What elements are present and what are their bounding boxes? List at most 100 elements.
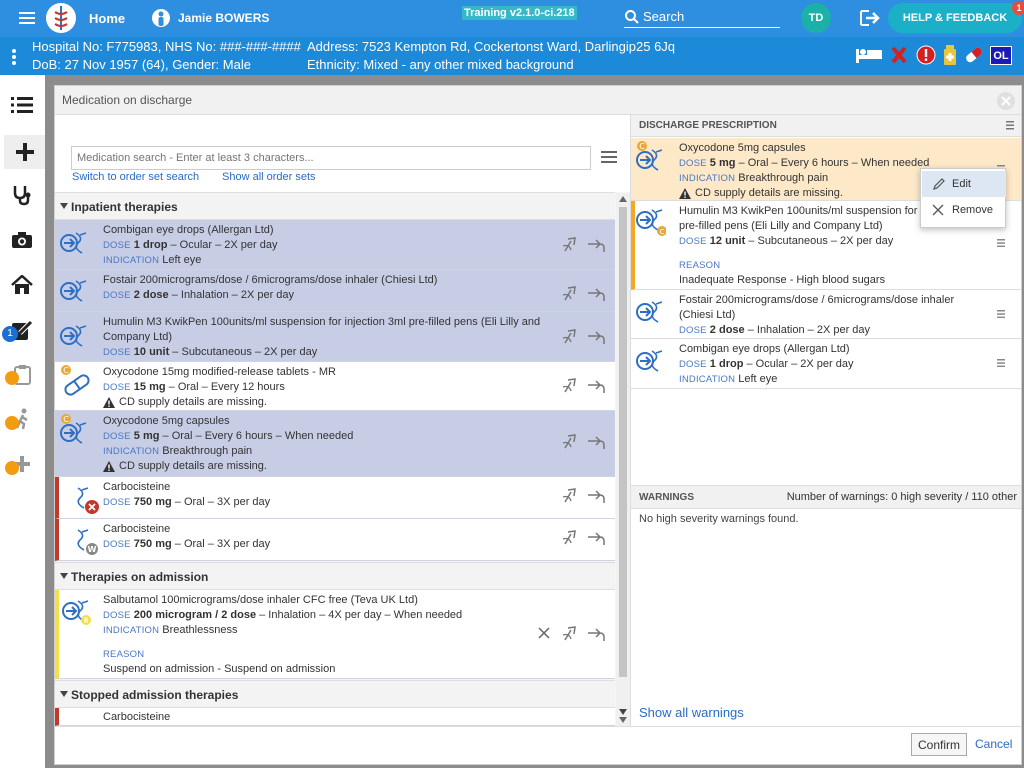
add-icon[interactable] [4,135,45,169]
prescribe-icon[interactable] [561,236,581,252]
alert-icon[interactable] [916,45,936,65]
list-item[interactable]: C Oxycodone 15mg modified-release tablet… [55,362,615,411]
continue-icon[interactable] [586,489,606,505]
dose-label: DOSE [103,290,131,301]
medication-search-input[interactable] [71,146,591,170]
switch-order-set-link[interactable]: Switch to order set search [72,171,199,183]
bed-icon[interactable] [855,46,883,64]
list-item[interactable]: Combigan eye drops (Allergan Ltd) DOSE 1… [55,220,615,270]
chevron-down-icon[interactable] [619,709,627,715]
item-menu-icon[interactable] [997,239,1005,247]
medication-sync-icon [62,598,92,625]
remove-menu-item[interactable]: Remove [922,197,1006,223]
discharge-item[interactable]: Fostair 200micrograms/dose / 6micrograms… [631,290,1021,339]
show-all-order-sets-link[interactable]: Show all order sets [222,171,316,183]
prescribe-icon[interactable] [561,625,581,641]
lock-icon [5,371,19,385]
dose-label: DOSE [103,610,131,621]
dose-route: – Oral – 3X per day [171,496,271,508]
medication-sync-icon [636,147,666,173]
patient-name[interactable]: Jamie BOWERS [178,11,269,25]
confirm-button[interactable]: Confirm [911,733,968,756]
indication-value: Breakthrough pain [162,445,253,457]
warning-text: CD supply details are missing. [119,396,267,408]
medication-name: Oxycodone 15mg modified-release tablets … [103,366,336,378]
discontinue-icon[interactable] [537,626,557,642]
warning-text: CD supply details are missing. [119,460,267,472]
item-menu-icon[interactable] [997,359,1005,367]
list-icon[interactable] [8,91,36,119]
section-inpatient-therapies[interactable]: Inpatient therapies [55,192,615,220]
menu-lines-icon[interactable] [1006,121,1014,130]
dose-route: – Inhalation – 4X per day – When needed [256,609,463,621]
section-title: Stopped admission therapies [71,688,239,702]
medication-name: Salbutamol 100micrograms/dose inhaler CF… [103,594,418,606]
medication-name-cont: Company Ltd) [103,331,173,343]
help-feedback-button[interactable]: HELP & FEEDBACK [888,3,1022,33]
home-link[interactable]: Home [89,11,125,26]
person-icon [152,7,170,29]
warnings-summary: Number of warnings: 0 high severity / 11… [786,491,1017,503]
list-item[interactable]: Carbocisteine [55,708,615,726]
user-avatar[interactable]: TD [801,3,831,33]
medication-sync-icon [636,299,666,325]
close-icon[interactable] [997,92,1015,110]
medication-name: Oxycodone 5mg capsules [679,142,806,154]
dose-value: 1 drop [133,239,168,251]
discharge-prescription-header: DISCHARGE PRESCRIPTION [631,115,1021,137]
discharge-item[interactable]: Combigan eye drops (Allergan Ltd) DOSE 1… [631,339,1021,389]
continue-icon[interactable] [586,435,606,451]
medication-sync-icon [636,348,666,374]
prescribe-icon[interactable] [561,285,581,301]
medication-name: Carbocisteine [103,481,171,493]
logout-icon[interactable] [859,9,881,27]
cancel-button[interactable]: Cancel [969,733,1018,756]
stethoscope-icon[interactable] [8,181,36,209]
continue-icon[interactable] [586,627,606,643]
continue-icon[interactable] [586,379,606,395]
hamburger-menu-icon[interactable] [18,10,36,26]
list-item[interactable]: Salbutamol 100micrograms/dose inhaler CF… [55,590,615,679]
medication-sync-icon [60,323,90,349]
section-therapies-on-admission[interactable]: Therapies on admission [55,562,615,590]
prescribe-icon[interactable] [561,328,581,344]
prescribe-icon[interactable] [561,487,581,503]
section-stopped-admission-therapies[interactable]: Stopped admission therapies [55,680,615,708]
cross-alert-icon[interactable] [890,45,908,65]
item-menu-icon[interactable] [997,310,1005,318]
reason-label: REASON [103,649,145,660]
pill-icon[interactable] [963,45,985,65]
dose-label: DOSE [679,158,707,169]
prescribe-icon[interactable] [561,433,581,449]
camera-icon[interactable] [8,226,36,254]
list-item[interactable]: Carbocisteine DOSE 750 mg – Oral – 3X pe… [55,477,615,519]
edit-menu-item[interactable]: Edit [922,171,1006,197]
list-item[interactable]: C Oxycodone 5mg capsules DOSE 5 mg – Ora… [55,411,615,477]
list-item[interactable]: W Carbocisteine DOSE 750 mg – Oral – 3X … [55,519,615,561]
prescribe-icon[interactable] [561,377,581,393]
continue-icon[interactable] [586,238,606,254]
dose-value: 2 dose [709,324,745,336]
menu-lines-icon[interactable] [601,151,617,163]
list-item[interactable]: Humulin M3 KwikPen 100units/ml suspensio… [55,312,615,362]
app-logo-icon[interactable] [45,1,77,35]
medication-stopped-icon [72,485,102,514]
kebab-menu-icon[interactable] [11,48,17,66]
dose-route: – Inhalation – 2X per day [744,324,871,336]
scroll-up-icon[interactable] [619,196,627,202]
prescribe-icon[interactable] [561,529,581,545]
show-all-warnings-link[interactable]: Show all warnings [639,705,744,720]
home-icon[interactable] [8,271,36,299]
global-search[interactable]: Search [624,6,780,28]
continue-icon[interactable] [586,287,606,303]
medication-bottle-icon[interactable] [942,44,958,66]
ol-badge[interactable]: OL [990,46,1012,65]
scrollbar[interactable] [616,193,630,726]
list-item[interactable]: Fostair 200micrograms/dose / 6micrograms… [55,270,615,312]
continue-icon[interactable] [586,330,606,346]
scrollbar-thumb[interactable] [619,207,627,677]
dose-value: 1 drop [709,358,744,370]
scroll-down-icon[interactable] [619,717,627,723]
continue-icon[interactable] [586,531,606,547]
medication-name: Carbocisteine [103,523,171,535]
